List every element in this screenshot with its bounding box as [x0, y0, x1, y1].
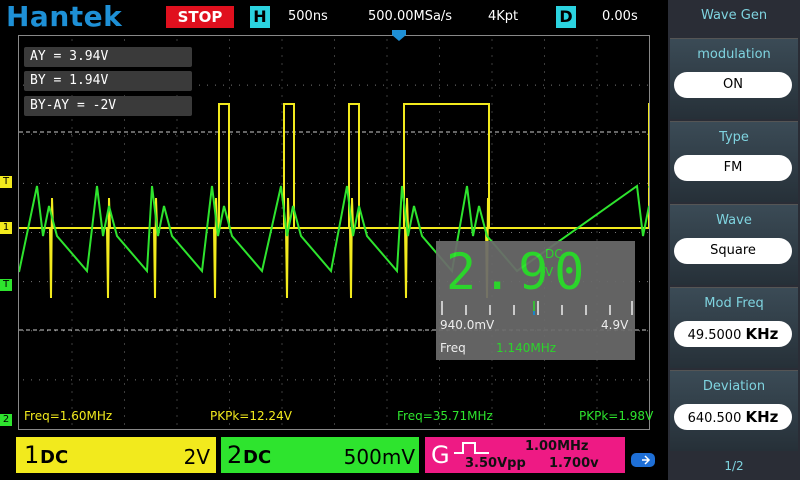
waveform-display — [18, 35, 650, 430]
cursor-delta-readout: BY-AY = -2V — [24, 96, 192, 116]
dvm-range-max: 4.9V — [601, 318, 629, 332]
delay-icon: D — [556, 6, 576, 28]
ch1-pulse-3 — [403, 103, 490, 228]
ch2-pkpk-measure: PKPk=1.98V — [579, 409, 654, 423]
dvm-meter-panel: 2.90 DC V 940.0mV 4.9V Freq 1.140MHz — [436, 241, 635, 360]
gen-frequency: 1.00MHz — [525, 439, 589, 454]
ch1-offset-marker[interactable]: 1 — [0, 222, 12, 234]
mod-freq-field[interactable]: 49.5000 KHz — [674, 321, 792, 347]
ch1-pkpk-measure: PKPk=12.24V — [210, 409, 292, 423]
ch1-scale: 2V — [183, 445, 210, 469]
ch2-offset-marker[interactable]: 2 — [0, 414, 12, 426]
mod-freq-unit: KHz — [745, 325, 779, 343]
menu-title: Wave Gen — [700, 8, 768, 23]
dvm-freq-label: Freq — [440, 341, 466, 355]
ch1-number: 1 — [24, 441, 40, 469]
wave-button[interactable]: Square — [674, 238, 792, 264]
top-status-bar: Hantek STOP H 500ns 500.00MSa/s 4Kpt D 0… — [0, 0, 668, 33]
deviation-value: 640.500 — [687, 411, 742, 426]
usb-icon — [631, 453, 655, 467]
ch1-coupling: DC — [40, 447, 69, 468]
menu-modulation-panel[interactable]: modulation ON — [670, 38, 798, 119]
menu-page-indicator[interactable]: 1/2 — [668, 459, 800, 473]
menu-deviation-panel[interactable]: Deviation 640.500 KHz — [670, 370, 798, 451]
modulation-button[interactable]: ON — [674, 72, 792, 98]
ch1-trigger-level-marker[interactable]: T — [0, 176, 12, 188]
ch2-coupling: DC — [243, 447, 272, 468]
timebase-readout: 500ns — [288, 9, 328, 24]
ch1-freq-measure: Freq=1.60MHz — [24, 409, 113, 423]
square-wave-icon — [454, 442, 489, 454]
mod-freq-label: Mod Freq — [704, 296, 764, 311]
horizontal-icon: H — [250, 6, 270, 28]
run-stop-status[interactable]: STOP — [166, 6, 234, 28]
menu-type-panel[interactable]: Type FM — [670, 121, 798, 202]
dvm-value: 2.90 — [446, 243, 591, 301]
sample-rate-readout: 500.00MSa/s — [368, 9, 453, 24]
gen-label: G — [431, 441, 450, 469]
dvm-unit: V — [545, 265, 554, 279]
ch2-scale: 500mV — [343, 445, 415, 469]
delay-readout: 0.00s — [602, 9, 638, 24]
cursor-by-readout: BY = 1.94V — [24, 71, 192, 91]
type-label: Type — [719, 130, 749, 145]
cursor-ay-readout: AY = 3.94V — [24, 47, 192, 67]
ch2-freq-measure: Freq=35.71MHz — [397, 409, 493, 423]
trigger-position-marker[interactable] — [391, 30, 407, 42]
dvm-freq-value: 1.140MHz — [496, 341, 557, 355]
waveform-svg — [19, 39, 649, 425]
gen-offset: 1.700v — [549, 456, 599, 471]
menu-mod-freq-panel[interactable]: Mod Freq 49.5000 KHz — [670, 287, 798, 368]
ch2-trigger-level-marker[interactable]: T — [0, 279, 12, 291]
type-button[interactable]: FM — [674, 155, 792, 181]
dvm-bar-scale — [441, 301, 633, 315]
memory-depth-readout: 4Kpt — [488, 9, 519, 24]
deviation-label: Deviation — [702, 379, 766, 394]
dvm-range-min: 940.0mV — [440, 318, 495, 332]
hantek-logo: Hantek — [6, 0, 123, 33]
ch2-status-box[interactable]: 2 DC 500mV — [221, 437, 419, 473]
ch1-status-box[interactable]: 1 DC 2V — [16, 437, 216, 473]
menu-wave-panel[interactable]: Wave Square — [670, 204, 798, 285]
wave-label: Wave — [716, 213, 752, 228]
wave-gen-status-box[interactable]: G 1.00MHz 3.50Vpp 1.700v — [425, 437, 625, 473]
ch2-number: 2 — [227, 441, 243, 469]
mod-freq-value: 49.5000 — [687, 328, 742, 343]
modulation-label: modulation — [697, 47, 771, 62]
gen-amplitude: 3.50Vpp — [465, 456, 526, 471]
deviation-unit: KHz — [745, 408, 779, 426]
dvm-coupling: DC — [545, 247, 563, 261]
deviation-field[interactable]: 640.500 KHz — [674, 404, 792, 430]
